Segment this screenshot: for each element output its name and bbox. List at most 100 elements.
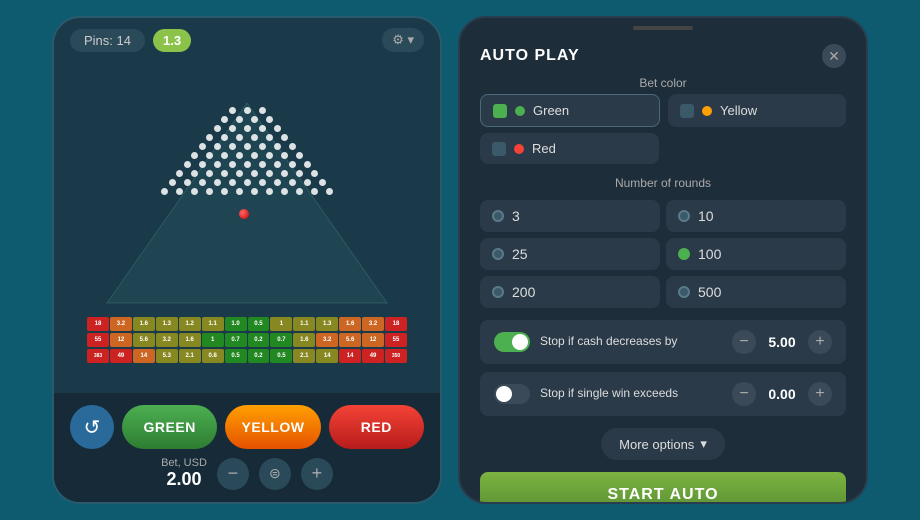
- yellow-button[interactable]: YELLOW: [225, 405, 320, 449]
- color-row-1: Green Yellow: [480, 94, 846, 127]
- round-value-200: 200: [512, 284, 535, 300]
- dot: [289, 179, 296, 186]
- stop-cash-row: Stop if cash decreases by − 5.00 +: [480, 320, 846, 364]
- dot: [206, 134, 213, 141]
- dot-row-10: [97, 188, 397, 195]
- bet-increase-button[interactable]: +: [301, 458, 333, 490]
- ap-notch: [633, 26, 693, 30]
- mult-cell: 12: [110, 333, 132, 347]
- round-option-25[interactable]: 25: [480, 238, 660, 270]
- dot: [206, 188, 213, 195]
- mult-cell: 3.2: [110, 317, 132, 331]
- stack-icon[interactable]: ⊜: [259, 458, 291, 490]
- color-row-2: Red: [480, 133, 846, 164]
- dot: [184, 161, 191, 168]
- round-option-200[interactable]: 200: [480, 276, 660, 308]
- dot-row-3: [97, 125, 397, 132]
- round-value-3: 3: [512, 208, 520, 224]
- dot: [244, 107, 251, 114]
- plinko-board: 18 3.2 1.6 1.3 1.2 1.1 1.0 0.5 1 1.1 1.3…: [87, 93, 407, 363]
- ap-close-button[interactable]: ✕: [822, 44, 846, 68]
- round-option-10[interactable]: 10: [666, 200, 846, 232]
- dot: [236, 188, 243, 195]
- more-options-button[interactable]: More options ▾: [601, 428, 725, 460]
- dot: [214, 179, 221, 186]
- mult-cell: 3.2: [156, 333, 178, 347]
- toggle-thumb: [512, 334, 528, 350]
- round-option-500[interactable]: 500: [666, 276, 846, 308]
- stop-win-increase-button[interactable]: +: [808, 382, 832, 406]
- color-option-green[interactable]: Green: [480, 94, 660, 127]
- dot-row-7: [97, 161, 397, 168]
- dot: [296, 152, 303, 159]
- pins-badge: Pins: 14: [70, 29, 145, 52]
- mult-cell: 0.5: [248, 317, 270, 331]
- dot: [311, 170, 318, 177]
- mult-cell: 0.5: [270, 349, 292, 363]
- round-radio-3: [492, 210, 504, 222]
- stop-cash-decrease-button[interactable]: −: [732, 330, 756, 354]
- round-radio-10: [678, 210, 690, 222]
- mult-cell: 383: [87, 349, 109, 363]
- start-auto-button[interactable]: START AUTO: [480, 472, 846, 502]
- mult-cell: 1.2: [179, 317, 201, 331]
- mult-cell: 5.6: [133, 333, 155, 347]
- dot: [289, 161, 296, 168]
- settings-button[interactable]: ⚙ ▾: [382, 28, 424, 52]
- red-button[interactable]: RED: [329, 405, 424, 449]
- dot: [251, 116, 258, 123]
- mult-cell: 1.6: [339, 317, 361, 331]
- round-radio-200: [492, 286, 504, 298]
- round-option-100[interactable]: 100: [666, 238, 846, 270]
- mult-cell: 350: [385, 349, 407, 363]
- dot: [281, 170, 288, 177]
- mult-cell: 5.6: [339, 333, 361, 347]
- bottom-controls: ↺ GREEN YELLOW RED Bet, USD 2.00 − ⊜ +: [54, 393, 440, 502]
- stop-section: Stop if cash decreases by − 5.00 + Stop …: [480, 320, 846, 416]
- dot: [251, 170, 258, 177]
- stop-win-toggle[interactable]: [494, 384, 530, 404]
- dot-row-8: [97, 170, 397, 177]
- dot: [251, 152, 258, 159]
- bet-amount: 2.00: [161, 469, 207, 490]
- refresh-button[interactable]: ↺: [70, 405, 114, 449]
- dot: [266, 116, 273, 123]
- round-value-500: 500: [698, 284, 721, 300]
- color-option-yellow[interactable]: Yellow: [668, 94, 846, 127]
- multiplier-rows: 18 3.2 1.6 1.3 1.2 1.1 1.0 0.5 1 1.1 1.3…: [87, 317, 407, 363]
- dot: [221, 188, 228, 195]
- stop-cash-toggle[interactable]: [494, 332, 530, 352]
- rounds-grid: 3 10 25 100: [480, 200, 846, 308]
- green-button[interactable]: GREEN: [122, 405, 217, 449]
- dot: [259, 107, 266, 114]
- dot: [304, 161, 311, 168]
- red-label: Red: [532, 141, 556, 156]
- dot: [199, 143, 206, 150]
- dot: [251, 134, 258, 141]
- mult-cell: 14: [339, 349, 361, 363]
- dot: [244, 161, 251, 168]
- dot: [229, 107, 236, 114]
- mult-cell: 18: [385, 317, 407, 331]
- dot: [244, 179, 251, 186]
- dot: [281, 134, 288, 141]
- dot: [184, 179, 191, 186]
- mult-cell: 1.0: [225, 317, 247, 331]
- stop-cash-increase-button[interactable]: +: [808, 330, 832, 354]
- bet-color-grid: Green Yellow Red: [480, 94, 846, 164]
- bet-decrease-button[interactable]: −: [217, 458, 249, 490]
- mult-cell: 0.7: [270, 333, 292, 347]
- mult-cell: 1.3: [156, 317, 178, 331]
- dot: [266, 188, 273, 195]
- dot: [176, 188, 183, 195]
- color-option-red[interactable]: Red: [480, 133, 659, 164]
- dot: [274, 179, 281, 186]
- dot: [281, 152, 288, 159]
- dot: [221, 152, 228, 159]
- top-bar: Pins: 14 1.3 ⚙ ▾: [54, 18, 440, 62]
- stop-win-decrease-button[interactable]: −: [732, 382, 756, 406]
- round-option-3[interactable]: 3: [480, 200, 660, 232]
- mult-cell: 0.2: [248, 349, 270, 363]
- red-dot: [514, 144, 524, 154]
- dot: [274, 143, 281, 150]
